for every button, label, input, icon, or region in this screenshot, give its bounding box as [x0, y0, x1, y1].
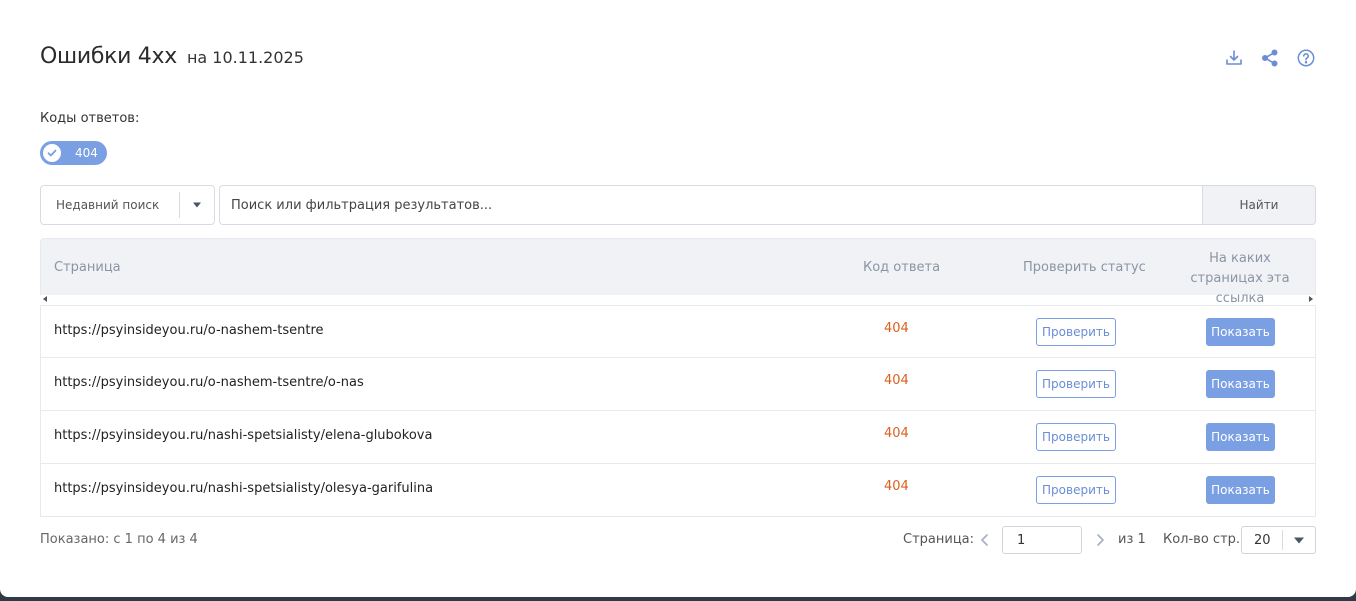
response-codes-label: Коды ответов:: [40, 111, 140, 126]
show-pages-button[interactable]: Показать: [1206, 423, 1275, 451]
search-input[interactable]: [231, 197, 1202, 213]
table-body: https://psyinsideyou.ru/o-nashem-tsentre…: [40, 305, 1316, 517]
column-header-check: Проверить статус: [1023, 260, 1146, 275]
column-header-code[interactable]: Код ответа: [863, 260, 940, 275]
check-status-button[interactable]: Проверить: [1036, 423, 1116, 451]
page-title: Ошибки 4хх: [40, 44, 177, 69]
help-icon[interactable]: [1296, 48, 1316, 68]
row-code: 404: [884, 321, 909, 336]
show-pages-button[interactable]: Показать: [1206, 318, 1275, 346]
report-card: Ошибки 4хх на 10.11.2025 Коды ответов: 4…: [0, 0, 1356, 597]
download-icon[interactable]: [1224, 48, 1244, 68]
chevron-right-icon[interactable]: [1092, 531, 1108, 549]
results-count: Показано: с 1 по 4 из 4: [40, 532, 198, 547]
column-header-page[interactable]: Страница: [54, 260, 121, 275]
caret-down-icon: [1283, 537, 1315, 544]
per-page-select[interactable]: 20: [1241, 526, 1316, 554]
table-header: Страница Код ответа Проверить статус На …: [40, 238, 1316, 306]
table-row: https://psyinsideyou.ru/o-nashem-tsentre…: [40, 305, 1316, 358]
find-button[interactable]: Найти: [1202, 185, 1316, 225]
page-total: из 1: [1118, 532, 1146, 547]
title-row: Ошибки 4хх на 10.11.2025: [40, 44, 304, 69]
row-url: https://psyinsideyou.ru/o-nashem-tsentre…: [54, 375, 364, 390]
recent-search-dropdown[interactable]: Недавний поиск: [40, 185, 215, 225]
share-icon[interactable]: [1260, 48, 1280, 68]
header-actions: [1224, 48, 1316, 68]
check-icon: [43, 144, 61, 162]
page-label: Страница:: [903, 532, 975, 547]
table-row: https://psyinsideyou.ru/nashi-spetsialis…: [40, 411, 1316, 464]
check-status-button[interactable]: Проверить: [1036, 318, 1116, 346]
row-code: 404: [884, 426, 909, 441]
show-pages-button[interactable]: Показать: [1206, 370, 1275, 398]
chevron-left-icon[interactable]: [977, 531, 993, 549]
row-url: https://psyinsideyou.ru/nashi-spetsialis…: [54, 481, 434, 496]
row-url: https://psyinsideyou.ru/o-nashem-tsentre: [54, 323, 324, 338]
report-date: на 10.11.2025: [186, 48, 304, 67]
table-row: https://psyinsideyou.ru/nashi-spetsialis…: [40, 464, 1316, 517]
check-status-button[interactable]: Проверить: [1036, 476, 1116, 504]
check-status-button[interactable]: Проверить: [1036, 370, 1116, 398]
scroll-right-icon[interactable]: [1309, 296, 1313, 302]
per-page-label: Кол-во стр.:: [1163, 532, 1245, 547]
scroll-left-icon[interactable]: [43, 296, 47, 302]
row-url: https://psyinsideyou.ru/nashi-spetsialis…: [54, 428, 433, 443]
search-bar: Недавний поиск Найти: [40, 185, 1316, 225]
per-page-value: 20: [1254, 532, 1271, 548]
horizontal-scrollbar[interactable]: [40, 295, 1316, 305]
caret-down-icon: [180, 202, 214, 208]
chip-label: 404: [75, 146, 98, 160]
show-pages-button[interactable]: Показать: [1206, 476, 1275, 504]
code-chip-404[interactable]: 404: [40, 141, 107, 165]
recent-search-label: Недавний поиск: [56, 198, 160, 212]
table-row: https://psyinsideyou.ru/o-nashem-tsentre…: [40, 358, 1316, 411]
search-field: [219, 185, 1202, 225]
page-number-input[interactable]: [1002, 526, 1082, 554]
row-code: 404: [884, 479, 909, 494]
row-code: 404: [884, 373, 909, 388]
